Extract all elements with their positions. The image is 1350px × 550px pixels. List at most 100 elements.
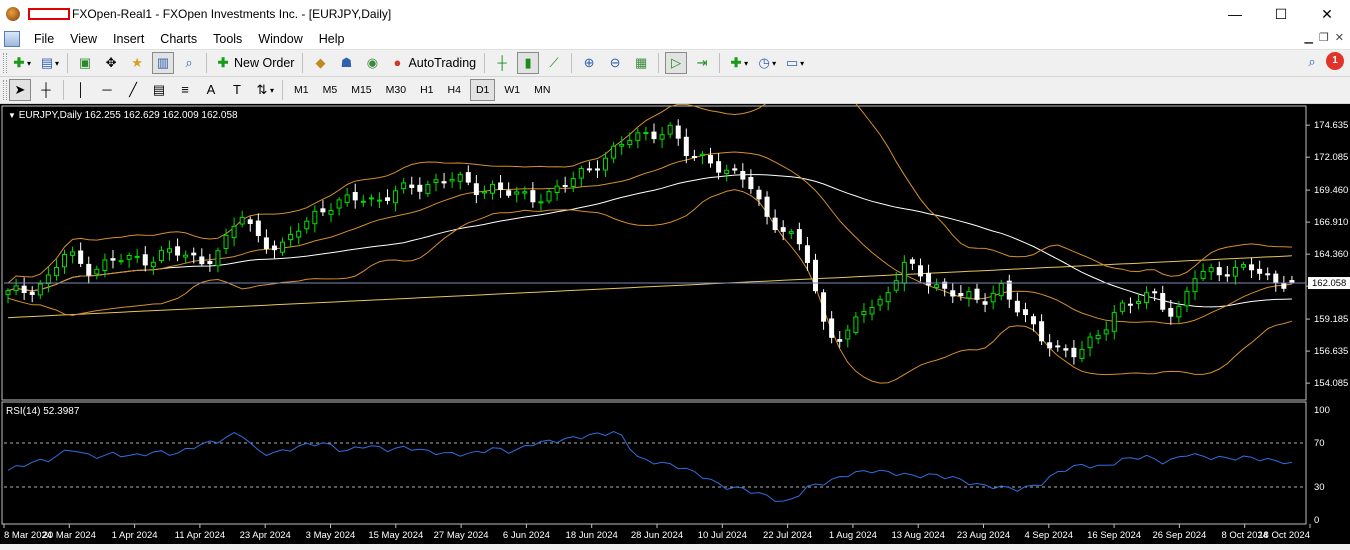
- y-tick-label: 164.360: [1314, 249, 1348, 260]
- menu-window[interactable]: Window: [250, 28, 310, 50]
- indicators-button[interactable]: ✚ ▾: [726, 52, 750, 74]
- menu-help[interactable]: Help: [311, 28, 353, 50]
- candle-body: [974, 288, 980, 300]
- timeframe-w1[interactable]: W1: [499, 79, 525, 101]
- candlestick-button[interactable]: ▮: [517, 52, 540, 74]
- timeframe-h4[interactable]: H4: [443, 79, 466, 101]
- equidistant-channel-tool[interactable]: ▤: [148, 79, 170, 101]
- candle-body: [683, 136, 689, 157]
- chart-window-icon[interactable]: [4, 30, 20, 47]
- candle-body: [199, 256, 205, 265]
- zoom-in-button[interactable]: ⊕: [578, 52, 600, 74]
- market-button[interactable]: ◉: [361, 52, 383, 74]
- templates-button[interactable]: ▭ ▾: [782, 52, 806, 74]
- candle-body: [667, 124, 673, 135]
- candle-body: [1144, 292, 1150, 304]
- market-watch-button[interactable]: ▣: [74, 52, 96, 74]
- candle-body: [982, 301, 988, 305]
- timeframe-m15[interactable]: M15: [346, 79, 376, 101]
- menu-file[interactable]: File: [26, 28, 62, 50]
- chart-header-text: EURJPY,Daily 162.255 162.629 162.009 162…: [18, 110, 238, 121]
- mdi-restore-icon[interactable]: ❐: [1319, 31, 1329, 44]
- y-tick-label: 156.635: [1314, 346, 1348, 357]
- notification-badge[interactable]: 1: [1326, 52, 1344, 70]
- candle-body: [376, 199, 382, 202]
- candle-body: [586, 168, 592, 171]
- candle-body: [651, 131, 657, 140]
- candle-body: [578, 168, 584, 179]
- y-tick-label: 166.910: [1314, 217, 1348, 228]
- line-chart-button[interactable]: ⟋: [543, 52, 565, 74]
- trendline-tool[interactable]: ╱: [122, 79, 144, 101]
- toolbar-grip[interactable]: [3, 53, 7, 73]
- chart-window[interactable]: 174.635172.085169.460166.910164.360161.8…: [0, 104, 1350, 550]
- terminal-icon: ▥: [156, 55, 170, 70]
- fibonacci-tool[interactable]: ≡: [174, 79, 196, 101]
- new-chart-icon: ✚: [13, 55, 25, 70]
- terminal-button[interactable]: ▥: [152, 52, 175, 74]
- candle-body: [1232, 266, 1238, 277]
- candle-body: [1119, 302, 1125, 312]
- candle-body: [5, 290, 11, 295]
- tile-windows-button[interactable]: ▦: [630, 52, 652, 74]
- crosshair-tool[interactable]: ┼: [35, 79, 57, 101]
- menu-charts[interactable]: Charts: [152, 28, 205, 50]
- minimize-button[interactable]: —: [1212, 0, 1258, 28]
- metaeditor-button[interactable]: ◆: [309, 52, 331, 74]
- maximize-button[interactable]: ☐: [1258, 0, 1304, 28]
- candle-body: [966, 291, 972, 299]
- candle-body: [409, 184, 415, 188]
- autotrading-button[interactable]: ● AutoTrading: [387, 52, 478, 74]
- app-icon: [6, 7, 20, 21]
- text-tool[interactable]: A: [200, 79, 222, 101]
- timeframe-m5[interactable]: M5: [318, 79, 343, 101]
- search-icon[interactable]: ⌕: [1304, 54, 1320, 70]
- candle-body: [433, 179, 439, 184]
- auto-scroll-button[interactable]: ▷: [665, 52, 688, 74]
- zoom-out-button[interactable]: ⊖: [604, 52, 626, 74]
- timeframe-m30[interactable]: M30: [381, 79, 411, 101]
- close-button[interactable]: ✕: [1304, 0, 1350, 28]
- bar-chart-button[interactable]: ┼: [491, 52, 513, 74]
- menu-view[interactable]: View: [62, 28, 105, 50]
- menu-tools[interactable]: Tools: [205, 28, 250, 50]
- candle-body: [594, 168, 600, 171]
- x-tick-label: 22 Jul 2024: [763, 530, 812, 541]
- timeframe-mn[interactable]: MN: [529, 79, 555, 101]
- candle-body: [603, 157, 609, 171]
- menu-insert[interactable]: Insert: [105, 28, 152, 50]
- candle-body: [861, 311, 867, 316]
- timeframe-m1[interactable]: M1: [289, 79, 314, 101]
- candle-body: [498, 182, 504, 190]
- toolbar-grip[interactable]: [3, 80, 7, 100]
- vertical-line-tool[interactable]: │: [70, 79, 92, 101]
- profiles-button[interactable]: ▤ ▾: [37, 52, 61, 74]
- new-chart-button[interactable]: ✚ ▾: [9, 52, 33, 74]
- timeframe-h1[interactable]: H1: [415, 79, 438, 101]
- timeframe-d1[interactable]: D1: [469, 79, 496, 101]
- horizontal-line-tool[interactable]: ─: [96, 79, 118, 101]
- navigator-button[interactable]: ★: [126, 52, 148, 74]
- strategy-tester-button[interactable]: ⌕: [178, 52, 200, 74]
- candle-body: [635, 132, 641, 141]
- candle-body: [78, 250, 84, 264]
- trendline-icon: ╱: [129, 82, 137, 97]
- mdi-minimize-icon[interactable]: ▁: [1304, 31, 1312, 44]
- candle-body: [102, 259, 108, 271]
- new-order-button[interactable]: ✚ New Order: [213, 52, 296, 74]
- signals-button[interactable]: ☗: [335, 52, 357, 74]
- candle-body: [1136, 301, 1141, 304]
- periods-button[interactable]: ◷ ▾: [754, 52, 778, 74]
- chart-shift-button[interactable]: ⇥: [691, 52, 713, 74]
- cursor-tool[interactable]: ➤: [9, 79, 31, 101]
- data-window-button[interactable]: ✥: [100, 52, 122, 74]
- arrows-tool[interactable]: ⇅ ▾: [252, 79, 276, 101]
- candle-body: [1216, 267, 1222, 276]
- mdi-close-icon[interactable]: ✕: [1335, 31, 1344, 44]
- candle-body: [1047, 342, 1053, 349]
- price-chart[interactable]: 174.635172.085169.460166.910164.360161.8…: [0, 104, 1350, 544]
- toolbar-separator: [302, 53, 304, 73]
- collapse-arrow-icon[interactable]: ▼: [8, 111, 16, 120]
- y-tick-label: 154.085: [1314, 378, 1348, 389]
- text-label-tool[interactable]: T: [226, 79, 248, 101]
